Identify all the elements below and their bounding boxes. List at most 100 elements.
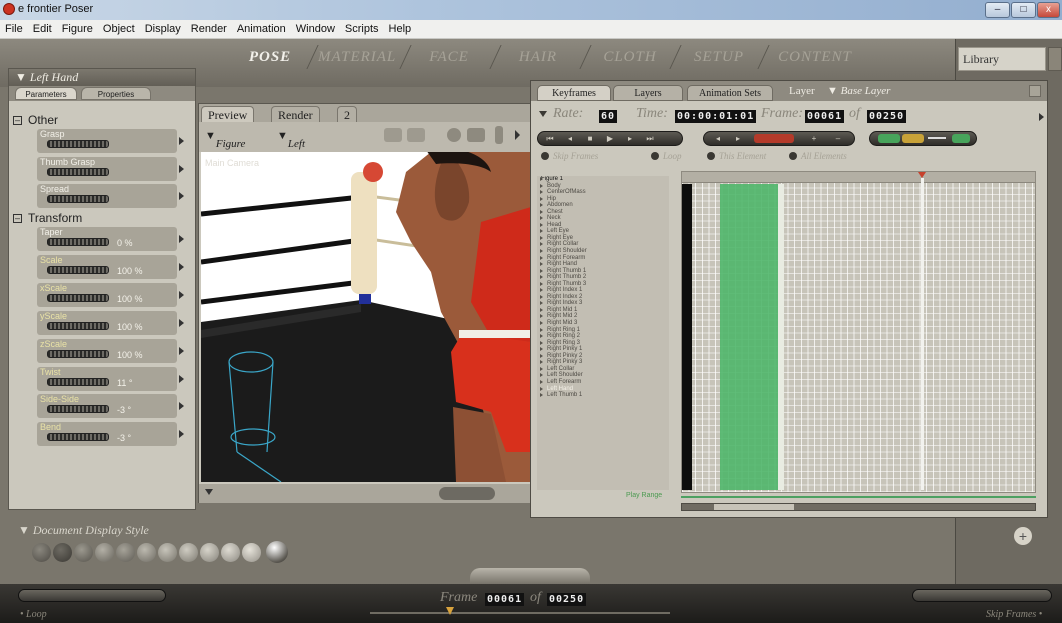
close-icon[interactable] xyxy=(1029,85,1041,97)
frame-ruler[interactable] xyxy=(682,172,1035,183)
rate-field[interactable]: 60 xyxy=(599,110,618,123)
expand-icon[interactable] xyxy=(540,177,543,181)
menu-edit[interactable]: Edit xyxy=(28,20,57,35)
expand-icon[interactable] xyxy=(540,340,543,345)
bottom-keyframe-controls[interactable] xyxy=(912,589,1052,602)
menu-render[interactable]: Render xyxy=(186,20,232,35)
tab-2[interactable]: 2 xyxy=(337,106,357,122)
tab-animation-sets[interactable]: Animation Sets xyxy=(687,85,773,101)
style-flat-lined[interactable] xyxy=(158,543,177,562)
skip-frames-option[interactable]: Skip Frames • xyxy=(986,609,1042,620)
expand-icon[interactable] xyxy=(540,242,543,247)
frame-field[interactable]: 00061 xyxy=(805,110,845,123)
menu-scripts[interactable]: Scripts xyxy=(340,20,384,35)
expand-icon[interactable] xyxy=(540,353,543,358)
expand-icon[interactable] xyxy=(540,314,543,319)
menu-display[interactable]: Display xyxy=(140,20,186,35)
figure-select[interactable]: ▼ Figure 1 xyxy=(205,130,245,162)
loop-option[interactable]: • Loop xyxy=(20,609,47,620)
library-tab[interactable]: Library xyxy=(958,47,1046,71)
3d-viewport[interactable]: Main Camera xyxy=(201,152,531,482)
move-icon[interactable] xyxy=(467,128,485,142)
bottom-total-field[interactable]: 00250 xyxy=(547,593,587,606)
expand-icon[interactable] xyxy=(540,327,543,332)
light-icon[interactable] xyxy=(407,128,425,142)
doc-style-title[interactable]: ▼ Document Display Style xyxy=(18,523,308,538)
expand-icon[interactable] xyxy=(540,307,543,312)
room-tab-material[interactable]: MATERIAL xyxy=(318,47,396,67)
rotate-icon[interactable] xyxy=(447,128,461,142)
display-mode-toggle[interactable] xyxy=(439,487,495,500)
expand-icon[interactable] xyxy=(540,281,543,286)
tree-item[interactable]: Left Thumb 1 xyxy=(537,392,669,399)
bottom-frame-field[interactable]: 00061 xyxy=(485,593,525,606)
keyframe-grid[interactable] xyxy=(681,171,1036,493)
option-this-element[interactable]: This Element xyxy=(707,151,766,161)
param-scale[interactable]: Scale 100 % xyxy=(37,255,189,281)
menu-animation[interactable]: Animation xyxy=(232,20,291,35)
menu-window[interactable]: Window xyxy=(291,20,340,35)
timeline-slider[interactable] xyxy=(370,607,670,615)
layer-select[interactable]: ▼ Base Layer xyxy=(827,85,890,97)
tab-keyframes[interactable]: Keyframes xyxy=(537,85,611,101)
menu-figure[interactable]: Figure xyxy=(57,20,98,35)
total-frames-field[interactable]: 00250 xyxy=(867,110,907,123)
expand-icon[interactable] xyxy=(540,294,543,299)
add-icon[interactable]: + xyxy=(1014,527,1032,545)
style-texture-shaded[interactable] xyxy=(266,541,288,563)
actor-select[interactable]: ▼ Left Hand xyxy=(277,130,312,162)
scrollbar-thumb[interactable] xyxy=(714,504,794,510)
section-transform[interactable]: – Transform xyxy=(13,211,82,225)
expand-icon[interactable] xyxy=(540,229,543,234)
menu-file[interactable]: File xyxy=(0,20,28,35)
param-yscale[interactable]: yScale 100 % xyxy=(37,311,189,337)
expand-icon[interactable] xyxy=(540,386,543,391)
app-icon[interactable] xyxy=(3,3,15,15)
play-range-bar[interactable] xyxy=(681,496,1036,498)
option-loop[interactable]: Loop xyxy=(651,151,682,161)
expand-icon[interactable] xyxy=(540,347,543,352)
tab-parameters[interactable]: Parameters xyxy=(15,87,77,100)
param-zscale[interactable]: zScale 100 % xyxy=(37,339,189,365)
minimize-button[interactable]: – xyxy=(985,2,1010,18)
expand-icon[interactable] xyxy=(540,301,543,306)
chevron-down-icon[interactable] xyxy=(539,111,547,117)
camera-icon[interactable] xyxy=(384,128,402,142)
param-side-side[interactable]: Side-Side -3 ° xyxy=(37,394,189,420)
timeline-slider-knob[interactable] xyxy=(446,607,454,615)
expand-icon[interactable] xyxy=(540,268,543,273)
style-wireframe[interactable] xyxy=(74,543,93,562)
param-spread[interactable]: Spread xyxy=(37,184,189,210)
expand-icon[interactable] xyxy=(540,379,543,384)
expand-icon[interactable] xyxy=(540,360,543,365)
maximize-button[interactable]: □ xyxy=(1011,2,1036,18)
param-xscale[interactable]: xScale 100 % xyxy=(37,283,189,309)
expand-icon[interactable] xyxy=(540,262,543,267)
expand-icon[interactable] xyxy=(540,235,543,240)
tab-render[interactable]: Render xyxy=(271,106,320,122)
expand-icon[interactable] xyxy=(540,321,543,326)
tab-layers[interactable]: Layers xyxy=(613,85,683,101)
tab-preview[interactable]: Preview xyxy=(201,106,255,122)
room-tab-setup[interactable]: SETUP xyxy=(682,47,756,67)
room-tab-pose[interactable]: POSE xyxy=(240,47,300,67)
expand-icon[interactable] xyxy=(540,288,543,293)
expand-icon[interactable] xyxy=(540,393,543,398)
section-other[interactable]: – Other xyxy=(13,113,58,127)
style-silhouette[interactable] xyxy=(32,543,51,562)
param-bend[interactable]: Bend -3 ° xyxy=(37,422,189,448)
close-button[interactable]: x xyxy=(1037,2,1060,18)
keyframe-controls[interactable]: ◂ ▸ + – xyxy=(703,131,855,146)
room-tab-hair[interactable]: HAIR xyxy=(502,47,574,67)
playback-controls[interactable]: ⏮ ◂ ■ ▶ ▸ ⏭ xyxy=(537,131,683,146)
menu-object[interactable]: Object xyxy=(98,20,140,35)
expand-icon[interactable] xyxy=(540,196,543,201)
style-hidden-line[interactable] xyxy=(95,543,114,562)
expand-icon[interactable] xyxy=(540,334,543,339)
style-smooth-lined[interactable] xyxy=(242,543,261,562)
parameters-header[interactable]: ▼ Left Hand xyxy=(9,69,195,86)
option-all-elements[interactable]: All Elements xyxy=(789,151,847,161)
option-skip-frames[interactable]: Skip Frames xyxy=(541,151,598,161)
chevron-down-icon[interactable] xyxy=(205,489,213,495)
room-tab-content[interactable]: CONTENT xyxy=(770,47,860,67)
